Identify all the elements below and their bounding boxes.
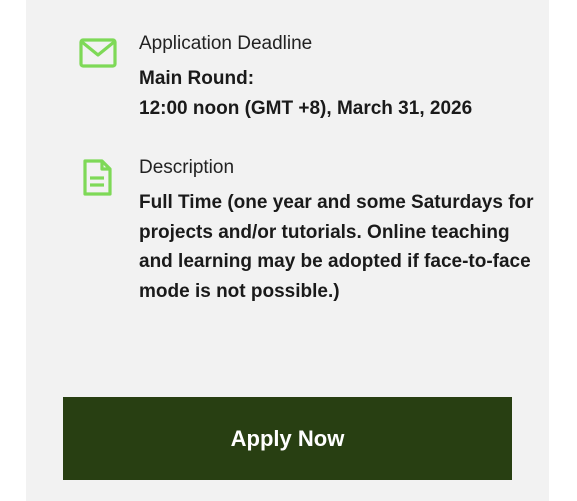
apply-now-button[interactable]: Apply Now bbox=[63, 397, 512, 480]
info-panel: Application Deadline Main Round: 12:00 n… bbox=[26, 0, 549, 501]
description-label: Description bbox=[139, 157, 235, 178]
envelope-icon bbox=[78, 34, 118, 74]
deadline-text: Application Deadline Main Round: 12:00 n… bbox=[139, 32, 539, 123]
description-body: Full Time (one year and some Saturdays f… bbox=[139, 192, 534, 302]
deadline-round: Main Round: bbox=[139, 68, 255, 89]
description-text: Description Full Time (one year and some… bbox=[139, 156, 539, 306]
deadline-date: 12:00 noon (GMT +8), March 31, 2026 bbox=[139, 97, 473, 119]
deadline-label: Application Deadline bbox=[139, 33, 313, 54]
document-icon bbox=[78, 158, 118, 198]
